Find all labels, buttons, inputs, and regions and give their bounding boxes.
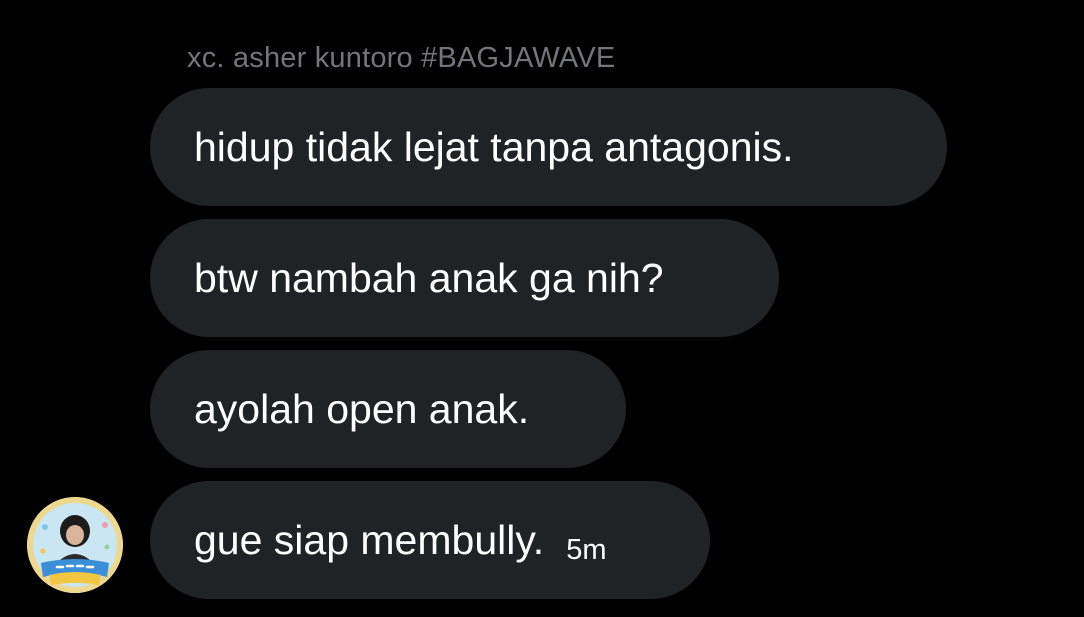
avatar-image <box>27 497 123 593</box>
message-bubble[interactable]: gue siap membully. 5m <box>150 481 710 599</box>
message-timestamp: 5m <box>566 533 607 566</box>
message-text: hidup tidak lejat tanpa antagonis. <box>194 123 794 170</box>
message-bubble[interactable]: hidup tidak lejat tanpa antagonis. <box>150 88 947 206</box>
user-avatar[interactable] <box>27 497 123 593</box>
message-text: btw nambah anak ga nih? <box>194 254 664 301</box>
message-bubble[interactable]: btw nambah anak ga nih? <box>150 219 779 337</box>
message-text: ayolah open anak. <box>194 385 530 432</box>
message-text: gue siap membully. <box>194 516 545 563</box>
message-bubble[interactable]: ayolah open anak. <box>150 350 626 468</box>
sender-name[interactable]: xc. asher kuntoro #BAGJAWAVE <box>187 42 615 75</box>
